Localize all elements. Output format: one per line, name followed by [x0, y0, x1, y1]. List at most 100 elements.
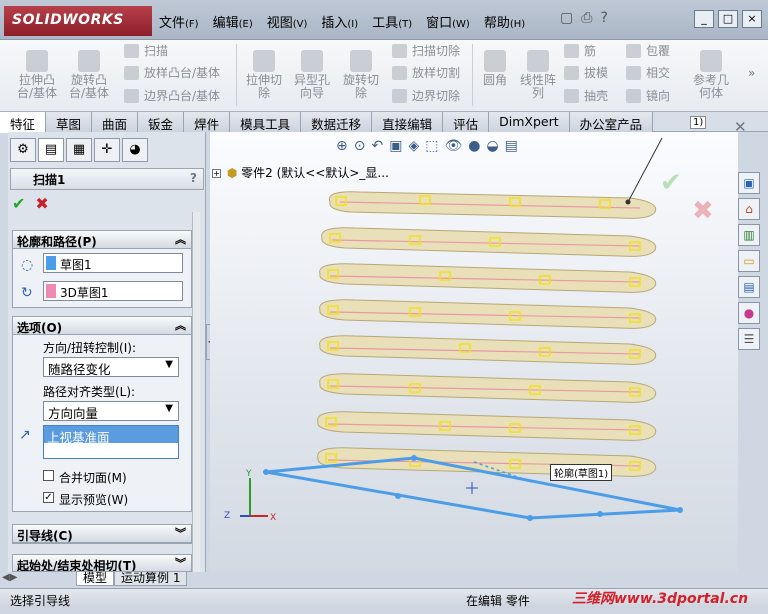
solidworks-resources-icon[interactable]: ▣ [738, 172, 760, 194]
menu-window[interactable]: 窗口(W) [419, 8, 477, 32]
tab-direct-editing[interactable]: 直接编辑 [372, 112, 444, 132]
checkbox-box[interactable] [43, 470, 54, 481]
collapse-chevron-icon[interactable]: ︽ [175, 317, 186, 333]
tab-features[interactable]: 特征 [0, 112, 47, 133]
extrude-boss-button[interactable]: 拉伸凸 台/基体 [14, 50, 60, 100]
confirmation-ok-icon[interactable]: ✔ [660, 168, 682, 198]
tab-mold-tools[interactable]: 模具工具 [230, 112, 302, 132]
tab-motion-study[interactable]: 运动算例 1 [114, 572, 188, 586]
profile-icon: ◌ [21, 257, 34, 273]
bottom-tabs: ◀▶ 模型 运动算例 1 [2, 572, 206, 586]
menu-help[interactable]: 帮助(H) [477, 8, 532, 32]
ribbon-more-icon[interactable]: » [748, 66, 755, 80]
tab-sketch[interactable]: 草图 [46, 112, 93, 132]
confirmation-cancel-icon[interactable]: ✖ [692, 196, 714, 226]
expand-chevron-icon[interactable]: ︾ [175, 525, 186, 541]
scroll-left-icon[interactable]: ◀▶ [2, 572, 17, 583]
wrap-button[interactable]: 包覆 [624, 40, 670, 62]
hole-wizard-button[interactable]: 异型孔 向导 [290, 50, 334, 100]
collapse-chevron-icon[interactable]: ︽ [175, 231, 186, 247]
hole-wizard-icon [301, 50, 323, 72]
tab-sheet-metal[interactable]: 钣金 [138, 112, 185, 132]
guide-curves-section: 引导线(C) ︾ [12, 524, 192, 544]
profile-callout[interactable]: 轮廓(草图1) [550, 464, 613, 481]
guide-curves-header[interactable]: 引导线(C) ︾ [13, 525, 191, 543]
merge-faces-checkbox[interactable]: 合并切面(M) [43, 469, 127, 486]
reference-geometry-button[interactable]: 参考几 何体 [688, 50, 734, 100]
tab-weldments[interactable]: 焊件 [184, 112, 231, 132]
dimxpert-manager-icon[interactable]: ✛ [94, 138, 120, 162]
rib-button[interactable]: 筋 [562, 40, 596, 62]
tangency-header[interactable]: 起始处/结束处相切(T) ︾ [13, 555, 191, 571]
mirror-button[interactable]: 镜向 [624, 85, 670, 107]
loft-boss-button[interactable]: 放样凸台/基体 [122, 62, 220, 84]
app-name: SOLIDWORKS [12, 12, 124, 28]
close-pane-icon[interactable]: ✕ [734, 118, 747, 136]
direction-vector-list[interactable]: 上视基准面 [43, 425, 179, 459]
extrude-cut-button[interactable]: 拉伸切 除 [242, 50, 286, 100]
display-manager-icon[interactable]: ◕ [122, 138, 148, 162]
graphics-area[interactable]: ⊕ ⊙ ↶ ▣ ◈ ⬚ 👁 ● ◒ ▤ + ⬢ 零件2 (默认<<默认>_显..… [210, 132, 738, 572]
alignment-select[interactable]: 方向向量 ▼ [43, 401, 179, 421]
show-preview-checkbox[interactable]: ✓ 显示预览(W) [43, 491, 128, 508]
menu-insert[interactable]: 插入(I) [314, 8, 365, 32]
boundary-boss-button[interactable]: 边界凸台/基体 [122, 85, 220, 107]
feature-tree-icon[interactable]: ⚙ [10, 138, 36, 162]
ok-cancel-row: ✔ ✖ [12, 194, 49, 213]
menu-tools[interactable]: 工具(T) [365, 8, 419, 32]
draft-button[interactable]: 拔模 [562, 62, 608, 84]
tab-data-migration[interactable]: 数据迁移 [301, 112, 373, 132]
checkbox-checked[interactable]: ✓ [43, 492, 54, 503]
design-library-icon[interactable]: ▥ [738, 224, 760, 246]
minimize-button[interactable]: _ [694, 10, 714, 28]
orientation-select[interactable]: 随路径变化 ▼ [43, 357, 179, 377]
profile-path-header[interactable]: 轮廓和路径(P) ︽ [13, 231, 191, 249]
revolve-boss-button[interactable]: 旋转凸 台/基体 [66, 50, 112, 100]
loft-cut-button[interactable]: 放样切割 [390, 62, 460, 84]
extrude-boss-icon [26, 50, 48, 72]
home-icon[interactable]: ⌂ [738, 198, 760, 220]
cancel-x-icon[interactable]: ✖ [35, 194, 48, 213]
fillet-button[interactable]: 圆角 [478, 50, 512, 87]
path-color-swatch [46, 284, 56, 298]
appearances-icon[interactable]: ● [738, 302, 760, 324]
close-button[interactable]: × [742, 10, 762, 28]
help-icon[interactable]: ? [600, 10, 607, 26]
custom-properties-icon[interactable]: ☰ [738, 328, 760, 350]
menu-view[interactable]: 视图(V) [260, 8, 315, 32]
intersect-button[interactable]: 相交 [624, 62, 670, 84]
tab-model[interactable]: 模型 [76, 572, 115, 586]
property-manager-icon[interactable]: ▤ [38, 138, 64, 162]
help-button[interactable]: ? [190, 171, 197, 185]
configuration-manager-icon[interactable]: ▦ [66, 138, 92, 162]
profile-field[interactable]: 草图1 [43, 253, 183, 273]
direction-vector-item[interactable]: 上视基准面 [44, 426, 178, 445]
tab-dimxpert[interactable]: DimXpert [489, 112, 570, 132]
menu-edit[interactable]: 编辑(E) [206, 8, 260, 32]
path-field[interactable]: 3D草图1 [43, 281, 183, 301]
sweep-cut-button[interactable]: 扫描切除 [390, 40, 460, 62]
command-manager-ribbon: 拉伸凸 台/基体 旋转凸 台/基体 扫描 放样凸台/基体 边界凸台/基体 拉伸切… [0, 40, 768, 112]
leader-point [625, 199, 631, 205]
new-file-icon[interactable]: ▢ [560, 10, 573, 26]
linear-pattern-button[interactable]: 线性阵 列 [516, 50, 560, 100]
tab-office-products[interactable]: 办公室产品 [569, 112, 654, 132]
shell-button[interactable]: 抽壳 [562, 85, 608, 107]
menu-file[interactable]: 文件(F) [152, 8, 206, 32]
solidworks-logo[interactable]: SOLIDWORKS [4, 6, 152, 36]
view-palette-icon[interactable]: ▤ [738, 276, 760, 298]
reference-geometry-icon [700, 50, 722, 72]
tab-evaluate[interactable]: 评估 [443, 112, 490, 132]
property-manager: ⚙ ▤ ▦ ✛ ◕ 扫描1 ? ✔ ✖ 轮廓和路径(P) ︽ ◌ 草图1 ↻ 3D… [8, 132, 206, 572]
print-icon[interactable]: ⎙ [581, 10, 592, 26]
maximize-button[interactable]: □ [718, 10, 738, 28]
expand-chevron-icon[interactable]: ︾ [175, 555, 186, 571]
file-explorer-icon[interactable]: ▭ [738, 250, 760, 272]
sweep-button[interactable]: 扫描 [122, 40, 168, 62]
tab-surfaces[interactable]: 曲面 [92, 112, 139, 132]
boundary-cut-button[interactable]: 边界切除 [390, 85, 460, 107]
ok-check-icon[interactable]: ✔ [12, 194, 25, 213]
panel-scrollbar[interactable] [192, 212, 200, 572]
options-header[interactable]: 选项(O) ︽ [13, 317, 191, 335]
revolve-cut-button[interactable]: 旋转切 除 [338, 50, 384, 100]
